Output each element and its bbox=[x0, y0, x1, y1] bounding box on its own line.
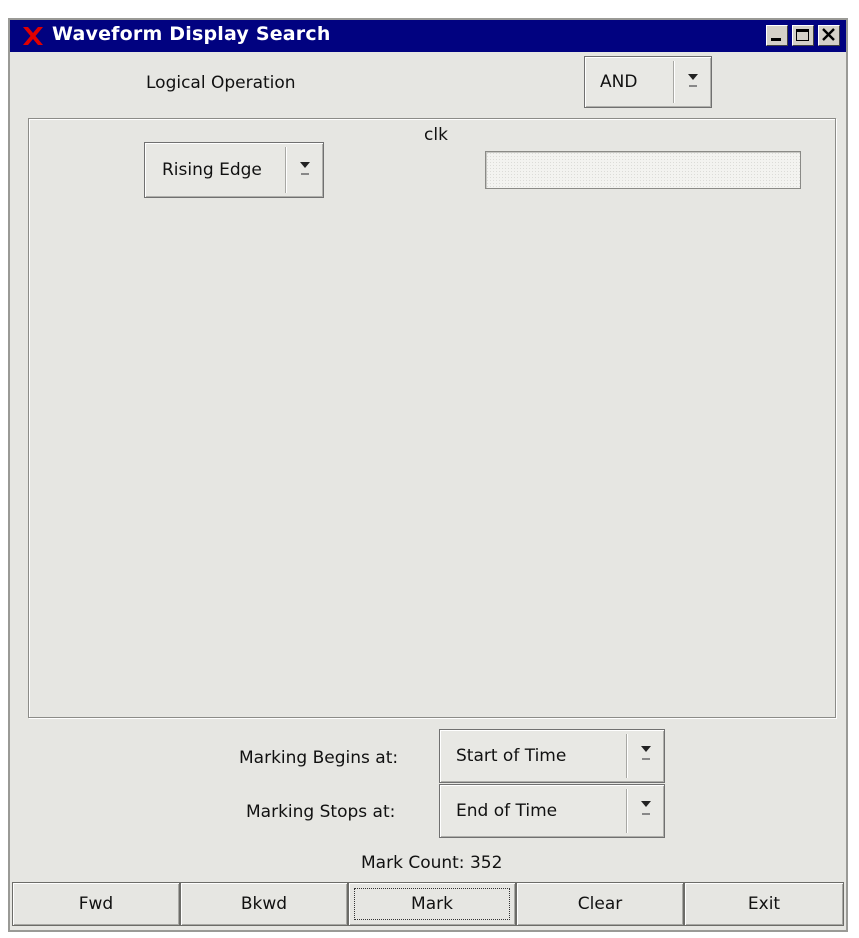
exit-button-label: Exit bbox=[747, 894, 781, 914]
logical-operation-label: Logical Operation bbox=[146, 73, 296, 93]
edge-condition-value: Rising Edge bbox=[162, 160, 262, 180]
fwd-button-label: Fwd bbox=[78, 894, 114, 914]
fwd-button[interactable]: Fwd bbox=[12, 882, 180, 926]
bkwd-button-label: Bkwd bbox=[240, 894, 288, 914]
marking-begins-dropdown[interactable]: Start of Time bbox=[439, 729, 665, 783]
search-dialog-window: Waveform Display Search Logical Operatio… bbox=[8, 18, 848, 932]
chevron-down-icon bbox=[630, 730, 660, 782]
exit-button[interactable]: Exit bbox=[684, 882, 844, 926]
chevron-down-icon bbox=[289, 143, 319, 197]
close-button[interactable] bbox=[818, 25, 840, 46]
maximize-button[interactable] bbox=[792, 25, 814, 46]
clear-button[interactable]: Clear bbox=[516, 882, 684, 926]
marking-stops-value: End of Time bbox=[456, 801, 558, 821]
title-bar[interactable]: Waveform Display Search bbox=[10, 20, 846, 52]
minimize-icon bbox=[771, 38, 781, 41]
window-title: Waveform Display Search bbox=[52, 23, 331, 45]
logical-operation-dropdown[interactable]: AND bbox=[584, 56, 712, 108]
mark-button[interactable]: Mark bbox=[348, 882, 516, 926]
signal-name: clk bbox=[424, 125, 448, 145]
maximize-icon bbox=[796, 29, 809, 41]
bkwd-button[interactable]: Bkwd bbox=[180, 882, 348, 926]
logical-operation-value: AND bbox=[600, 72, 638, 92]
x-logo-icon bbox=[23, 27, 43, 45]
edge-condition-dropdown[interactable]: Rising Edge bbox=[144, 142, 324, 198]
signal-value-input[interactable] bbox=[485, 151, 801, 189]
minimize-button[interactable] bbox=[766, 25, 788, 46]
clear-button-label: Clear bbox=[577, 894, 623, 914]
chevron-down-icon bbox=[677, 57, 707, 107]
marking-begins-value: Start of Time bbox=[456, 746, 567, 766]
chevron-down-icon bbox=[630, 785, 660, 837]
marking-stops-label: Marking Stops at: bbox=[246, 802, 396, 822]
close-icon bbox=[822, 28, 835, 41]
marking-begins-label: Marking Begins at: bbox=[239, 748, 399, 768]
marking-stops-dropdown[interactable]: End of Time bbox=[439, 784, 665, 838]
focus-ring bbox=[354, 888, 510, 920]
mark-count: Mark Count: 352 bbox=[361, 853, 503, 873]
signal-condition-panel bbox=[28, 118, 836, 718]
